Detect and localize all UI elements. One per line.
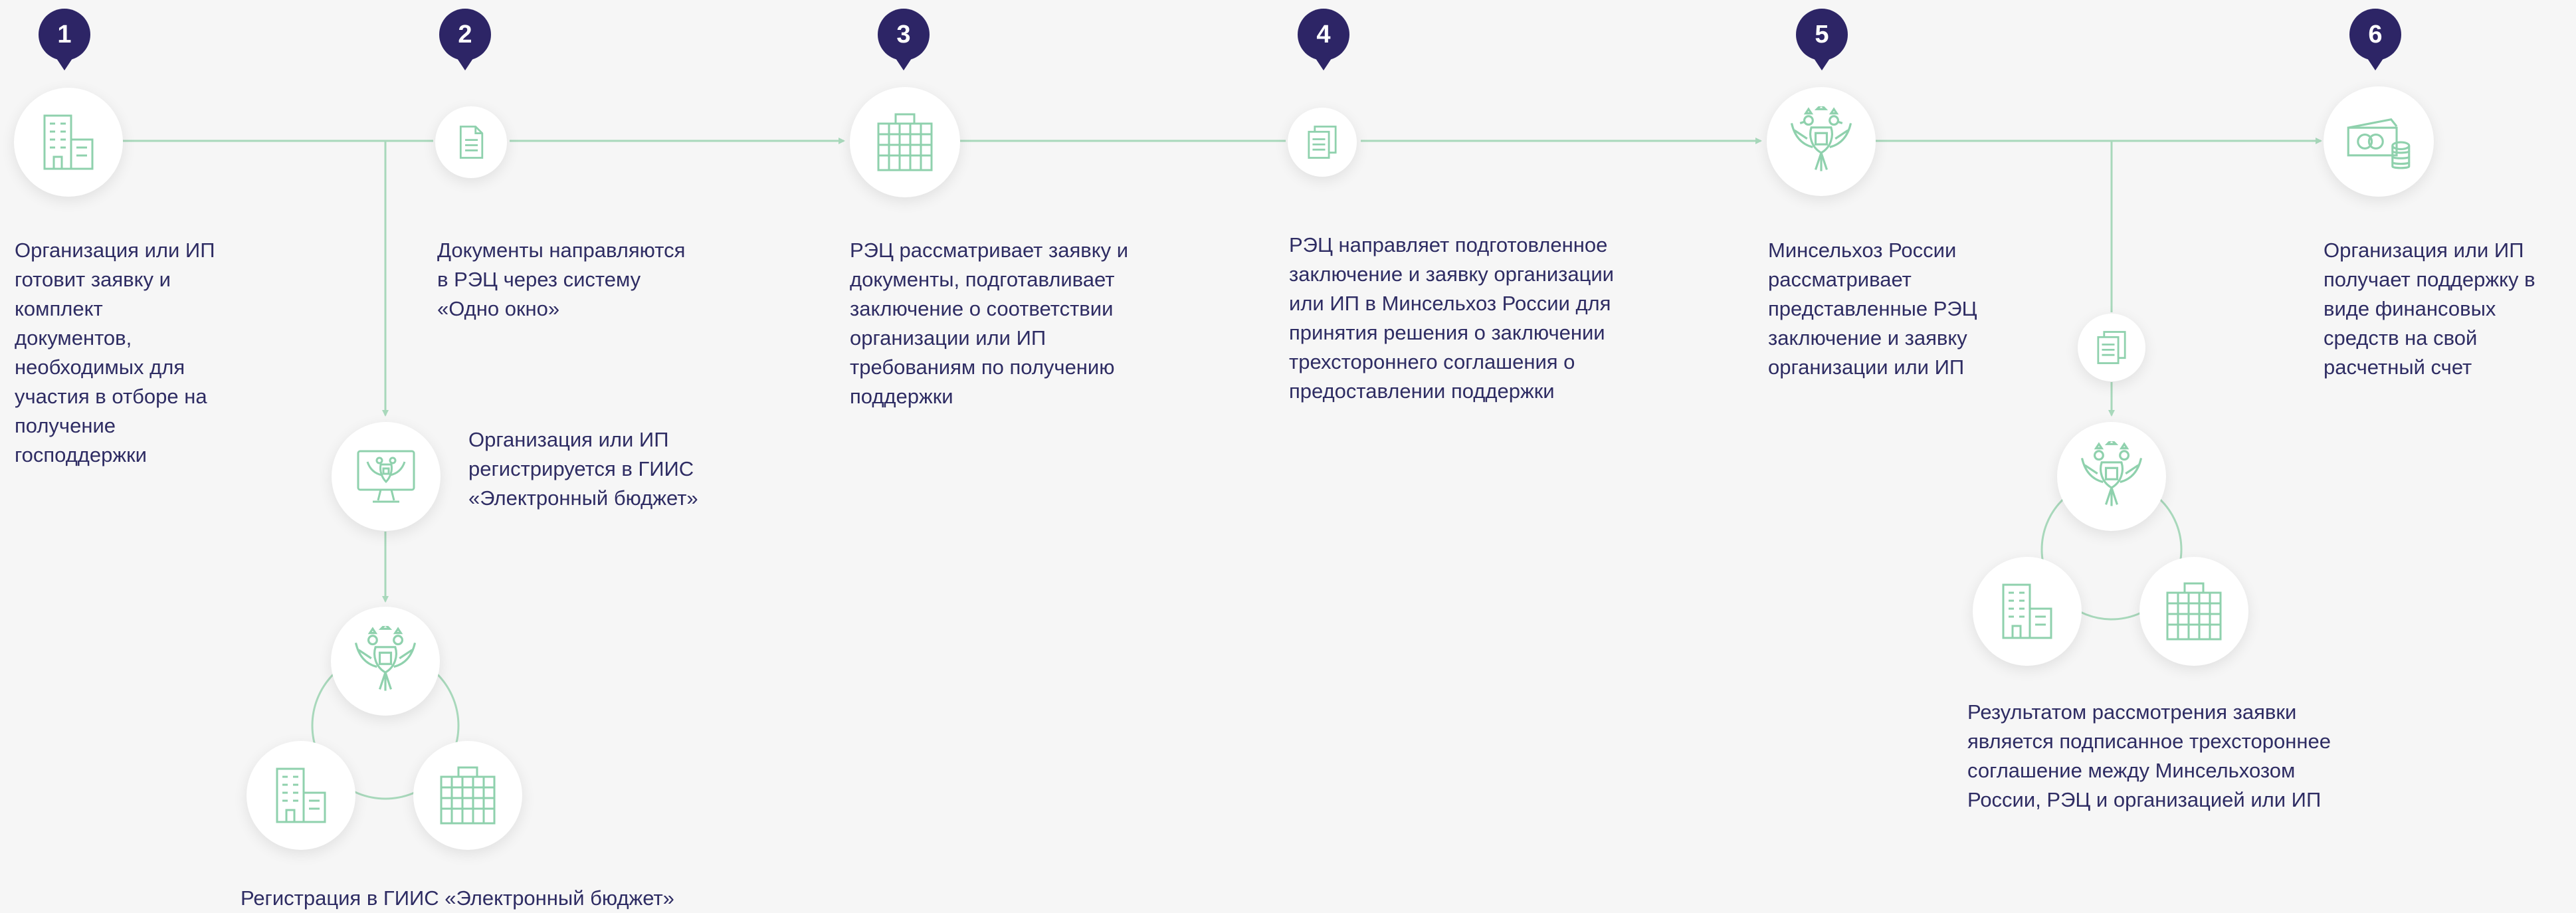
multistory-building-icon bbox=[440, 766, 496, 825]
agreement-emblem-node bbox=[2057, 422, 2166, 531]
registration-organization-node bbox=[247, 741, 355, 850]
step-5-description: Минсельхоз России рассматривает представ… bbox=[1768, 239, 1977, 379]
step-5-badge: 5 bbox=[1796, 9, 1848, 70]
registration-emblem-node bbox=[331, 607, 440, 716]
step-3-description: РЭЦ рассматривает заявку и документы, по… bbox=[850, 239, 1129, 408]
step-2-description: Документы направляются в РЭЦ через систе… bbox=[437, 239, 686, 320]
step-3-badge: 3 bbox=[878, 9, 930, 70]
agreement-document-node bbox=[2078, 314, 2145, 381]
registration-caption: Регистрация в ГИИС «Электронный бюджет» bbox=[241, 886, 674, 910]
agreement-organization-node bbox=[1973, 557, 2082, 666]
step-2-node bbox=[435, 106, 507, 178]
document-icon bbox=[459, 126, 484, 159]
step-1-number: 1 bbox=[57, 20, 72, 49]
step-6-node bbox=[2324, 86, 2434, 197]
step-3-number: 3 bbox=[896, 20, 911, 49]
step-1-description: Организация или ИП готовит заявку и комп… bbox=[15, 239, 215, 466]
office-building-icon bbox=[2002, 583, 2052, 639]
step-3-node bbox=[850, 87, 960, 197]
step-5-node bbox=[1767, 87, 1876, 196]
agreement-rec-node bbox=[2139, 557, 2248, 666]
step-6-number: 6 bbox=[2368, 20, 2383, 49]
step-1-badge: 1 bbox=[39, 9, 90, 70]
step-4-number: 4 bbox=[1316, 20, 1331, 49]
step-1-node bbox=[14, 88, 123, 197]
registration-node bbox=[332, 422, 441, 531]
step-5-number: 5 bbox=[1815, 20, 1829, 49]
office-building-icon bbox=[276, 767, 326, 823]
step-4-badge: 4 bbox=[1298, 9, 1349, 70]
double-headed-eagle-emblem-icon bbox=[354, 626, 417, 691]
step-6-description: Организация или ИП получает поддержку в … bbox=[2324, 239, 2535, 379]
documents-stack-icon bbox=[2097, 331, 2126, 364]
step-6-badge: 6 bbox=[2349, 9, 2401, 70]
double-headed-eagle-emblem-icon bbox=[2080, 441, 2143, 506]
office-building-icon bbox=[43, 114, 94, 170]
agreement-caption: Результатом рассмотрения заявки является… bbox=[1967, 700, 2331, 811]
registration-rec-node bbox=[413, 741, 522, 850]
step-2-number: 2 bbox=[458, 20, 472, 49]
registration-description: Организация или ИП регистрируется в ГИИС… bbox=[468, 428, 698, 510]
step-4-description: РЭЦ направляет подготовленное заключение… bbox=[1289, 233, 1614, 403]
documents-stack-icon bbox=[1308, 126, 1337, 159]
monitor-with-emblem-icon bbox=[357, 450, 415, 503]
step-4-node bbox=[1288, 108, 1357, 177]
step-2-badge: 2 bbox=[439, 9, 491, 70]
double-headed-eagle-emblem-icon bbox=[1790, 106, 1852, 171]
money-and-coins-icon bbox=[2347, 118, 2411, 169]
multistory-building-icon bbox=[877, 113, 933, 171]
multistory-building-icon bbox=[2166, 582, 2222, 641]
